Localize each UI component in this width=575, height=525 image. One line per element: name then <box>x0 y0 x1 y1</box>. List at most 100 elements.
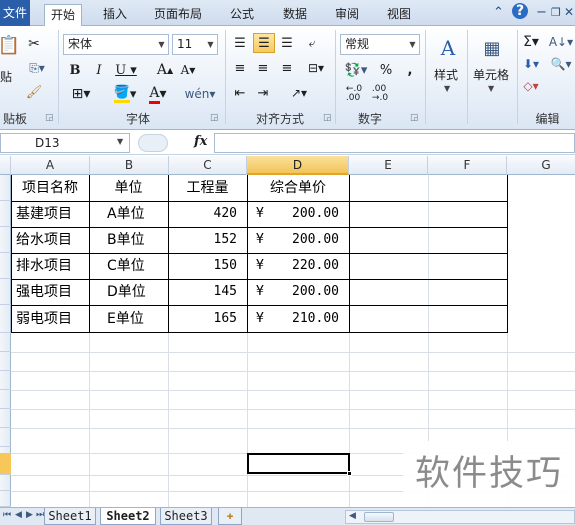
table-cell[interactable]: 弱电项目 <box>16 306 89 332</box>
sheet-tab-sheet1[interactable]: Sheet1 <box>44 508 96 525</box>
styles-icon[interactable]: A <box>436 34 460 62</box>
align-top-icon[interactable]: ☰ <box>230 33 250 53</box>
find-select-icon[interactable]: 🔍▾ <box>548 54 574 74</box>
align-right-icon[interactable]: ≡ <box>277 58 297 78</box>
table-cell[interactable]: 强电项目 <box>16 279 89 305</box>
table-header-cell[interactable]: 项目名称 <box>11 175 89 201</box>
sheet-tab-sheet2[interactable]: Sheet2 <box>100 508 156 525</box>
next-sheet-icon[interactable]: ▶ <box>26 510 33 520</box>
font-color-icon[interactable]: A ▾ <box>143 84 173 104</box>
tab-home[interactable]: 开始 <box>44 4 82 27</box>
column-header-a[interactable]: A <box>11 156 90 175</box>
table-cell[interactable]: 145 <box>168 279 247 305</box>
table-cell-currency[interactable]: ¥ 200.00 <box>247 201 349 227</box>
increase-indent-icon[interactable]: ⇥ <box>253 83 273 103</box>
table-header-cell[interactable]: 综合单价 <box>247 175 349 201</box>
first-sheet-icon[interactable]: ⏮ <box>3 510 11 520</box>
clear-icon[interactable]: ◇▾ <box>520 76 542 96</box>
chevron-down-icon[interactable]: ▼ <box>117 137 123 146</box>
table-cell[interactable]: E单位 <box>107 306 168 332</box>
row-header[interactable] <box>0 491 11 507</box>
font-name-select[interactable]: 宋体 ▼ <box>63 34 169 55</box>
tab-file[interactable]: 文件 <box>0 0 30 26</box>
name-box[interactable]: D13 <box>0 133 130 153</box>
table-cell[interactable]: 152 <box>168 227 247 253</box>
table-cell[interactable]: 排水项目 <box>16 253 89 279</box>
align-left-icon[interactable]: ≡ <box>230 58 250 78</box>
format-painter-icon[interactable]: 🖌 <box>25 82 43 102</box>
help-icon[interactable]: ? <box>512 3 528 19</box>
cells-button-label[interactable]: 单元格 <box>473 66 509 83</box>
row-header[interactable] <box>0 253 11 279</box>
number-launcher-icon[interactable]: ◲ <box>410 113 419 123</box>
table-cell-currency[interactable]: ¥ 200.00 <box>247 279 349 305</box>
fill-color-icon[interactable]: 🪣 ▾ <box>110 84 140 104</box>
align-bottom-icon[interactable]: ☰ <box>277 33 297 53</box>
row-header[interactable] <box>0 409 11 428</box>
shrink-font-icon[interactable]: A ▼ <box>178 60 198 80</box>
insert-function-icon[interactable]: fx <box>194 134 207 149</box>
styles-button-label[interactable]: 样式 <box>434 66 458 83</box>
phonetic-icon[interactable]: wén▾ <box>185 84 216 104</box>
paste-icon[interactable]: 📋 <box>0 32 20 58</box>
row-header[interactable] <box>0 475 11 491</box>
tab-view[interactable]: 视图 <box>382 4 416 26</box>
column-header-b[interactable]: B <box>90 156 169 175</box>
sort-filter-icon[interactable]: A↓▾ <box>548 32 574 52</box>
orientation-icon[interactable]: ↗▾ <box>285 83 313 103</box>
cells-icon[interactable]: ▦ <box>480 34 504 62</box>
restore-icon[interactable]: ❐ <box>551 6 561 19</box>
last-sheet-icon[interactable]: ⏭ <box>36 510 44 520</box>
row-header[interactable] <box>0 201 11 227</box>
row-headers[interactable] <box>0 175 11 507</box>
number-format-select[interactable]: 常规 ▼ <box>340 34 420 55</box>
bold-icon[interactable]: B <box>66 60 84 80</box>
alignment-launcher-icon[interactable]: ◲ <box>323 113 332 123</box>
insert-sheet-icon[interactable]: ✚ <box>218 508 242 525</box>
row-header[interactable] <box>0 352 11 371</box>
row-header[interactable] <box>0 371 11 390</box>
row-header[interactable] <box>0 428 11 447</box>
font-launcher-icon[interactable]: ◲ <box>210 113 219 123</box>
table-cell[interactable]: 165 <box>168 306 247 332</box>
wrap-text-icon[interactable]: ⤶ <box>302 33 322 53</box>
tab-data[interactable]: 数据 <box>278 4 312 26</box>
decrease-decimal-icon[interactable]: .00 →.0 <box>368 84 392 104</box>
tab-review[interactable]: 审阅 <box>330 4 364 26</box>
table-header-cell[interactable]: 工程量 <box>168 175 247 201</box>
column-header-d[interactable]: D <box>247 156 349 175</box>
row-header[interactable] <box>0 390 11 409</box>
column-header-f[interactable]: F <box>428 156 507 175</box>
table-cell[interactable]: D单位 <box>107 279 168 305</box>
copy-icon[interactable]: ⎘▾ <box>25 58 49 78</box>
close-icon[interactable]: ✕ <box>564 5 574 19</box>
underline-icon[interactable]: U ▾ <box>112 60 140 80</box>
row-header[interactable] <box>0 279 11 305</box>
table-cell[interactable]: 150 <box>168 253 247 279</box>
table-cell-currency[interactable]: ¥ 200.00 <box>247 227 349 253</box>
table-cell[interactable]: 基建项目 <box>16 201 89 227</box>
horizontal-scrollbar[interactable]: ◀ <box>345 510 575 524</box>
percent-icon[interactable]: % <box>378 60 394 80</box>
tab-insert[interactable]: 插入 <box>98 4 132 26</box>
paste-button-label[interactable]: 贴 <box>0 68 12 85</box>
table-cell[interactable]: 给水项目 <box>16 227 89 253</box>
table-cell[interactable]: C单位 <box>107 253 168 279</box>
merge-center-icon[interactable]: ⊟▾ <box>302 58 330 78</box>
prev-sheet-icon[interactable]: ◀ <box>15 510 22 520</box>
row-header[interactable] <box>0 333 11 352</box>
sheet-tab-sheet3[interactable]: Sheet3 <box>160 508 212 525</box>
borders-icon[interactable]: ⊞▾ <box>66 84 96 104</box>
table-cell-currency[interactable]: ¥ 210.00 <box>247 306 349 332</box>
decrease-indent-icon[interactable]: ⇤ <box>230 83 250 103</box>
align-center-icon[interactable]: ≡ <box>253 58 273 78</box>
table-cell[interactable]: B单位 <box>107 227 168 253</box>
fill-handle[interactable] <box>347 471 352 476</box>
autosum-icon[interactable]: Σ▾ <box>520 32 542 52</box>
clipboard-launcher-icon[interactable]: ◲ <box>45 113 54 123</box>
table-cell[interactable]: A单位 <box>107 201 168 227</box>
select-all-corner[interactable] <box>0 156 11 175</box>
row-header[interactable] <box>0 175 11 201</box>
minimize-icon[interactable]: − <box>536 5 547 20</box>
ribbon-minimize-icon[interactable]: ⌃ <box>493 5 504 20</box>
